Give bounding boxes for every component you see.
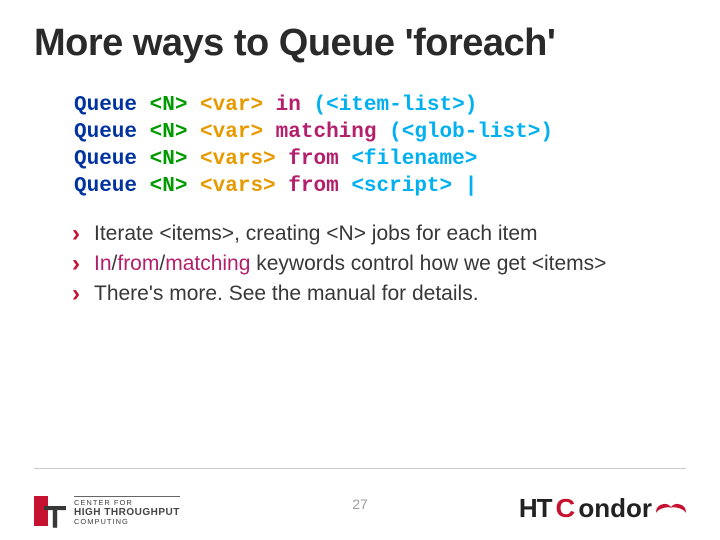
bullet-item-3: There's more. See the manual for details… [72, 279, 686, 309]
code-arg: <script> | [351, 175, 477, 198]
code-var: <var> [200, 94, 263, 117]
code-var: <vars> [200, 148, 276, 171]
code-var: <var> [200, 121, 263, 144]
code-cmd: Queue [74, 148, 137, 171]
keyword-in: In [94, 252, 112, 275]
code-line-1: Queue <N> <var> in (<item-list>) [74, 93, 686, 120]
code-arg: <filename> [351, 148, 477, 171]
htcondor-ht: HT [519, 493, 552, 524]
footer-rule [34, 468, 686, 469]
htcondor-ondor: ondor [578, 493, 652, 524]
htcondor-logo: HTCondor [519, 493, 686, 524]
code-cmd: Queue [74, 121, 137, 144]
bullet-text: There's more. See the manual for details… [94, 282, 479, 305]
logo-line-3: COMPUTING [74, 518, 180, 526]
bullet-item-2: In/from/matching keywords control how we… [72, 249, 686, 279]
slide-title: More ways to Queue 'foreach' [34, 22, 686, 65]
keyword-from: from [117, 252, 159, 275]
bullet-text: keywords control how we get <items> [250, 252, 606, 275]
logo-h-shape [34, 496, 48, 526]
code-n: <N> [150, 148, 188, 171]
code-line-4: Queue <N> <vars> from <script> | [74, 174, 686, 201]
chtc-logo: CENTER FOR HIGH THROUGHPUT COMPUTING [34, 496, 180, 527]
slide: More ways to Queue 'foreach' Queue <N> <… [0, 0, 720, 540]
code-n: <N> [150, 94, 188, 117]
bullet-text: Iterate <items>, creating <N> jobs for e… [94, 222, 538, 245]
chtc-logo-text: CENTER FOR HIGH THROUGHPUT COMPUTING [74, 496, 180, 527]
bullet-item-1: Iterate <items>, creating <N> jobs for e… [72, 219, 686, 249]
code-block: Queue <N> <var> in (<item-list>) Queue <… [74, 93, 686, 201]
code-cmd: Queue [74, 175, 137, 198]
code-arg: (<item-list>) [314, 94, 478, 117]
code-keyword: from [288, 148, 338, 171]
code-line-2: Queue <N> <var> matching (<glob-list>) [74, 120, 686, 147]
bullet-list: Iterate <items>, creating <N> jobs for e… [72, 219, 686, 310]
code-var: <vars> [200, 175, 276, 198]
htcondor-c: C [555, 493, 575, 524]
logo-line-1: CENTER FOR [74, 499, 180, 507]
chtc-logo-icon [34, 496, 66, 526]
condor-bird-icon [656, 500, 686, 518]
code-keyword: in [276, 94, 301, 117]
code-line-3: Queue <N> <vars> from <filename> [74, 147, 686, 174]
code-arg: (<glob-list>) [389, 121, 553, 144]
code-n: <N> [150, 175, 188, 198]
code-keyword: matching [276, 121, 377, 144]
code-keyword: from [288, 175, 338, 198]
code-cmd: Queue [74, 94, 137, 117]
keyword-matching: matching [165, 252, 250, 275]
footer: 27 CENTER FOR HIGH THROUGHPUT COMPUTING … [0, 468, 720, 540]
code-n: <N> [150, 121, 188, 144]
